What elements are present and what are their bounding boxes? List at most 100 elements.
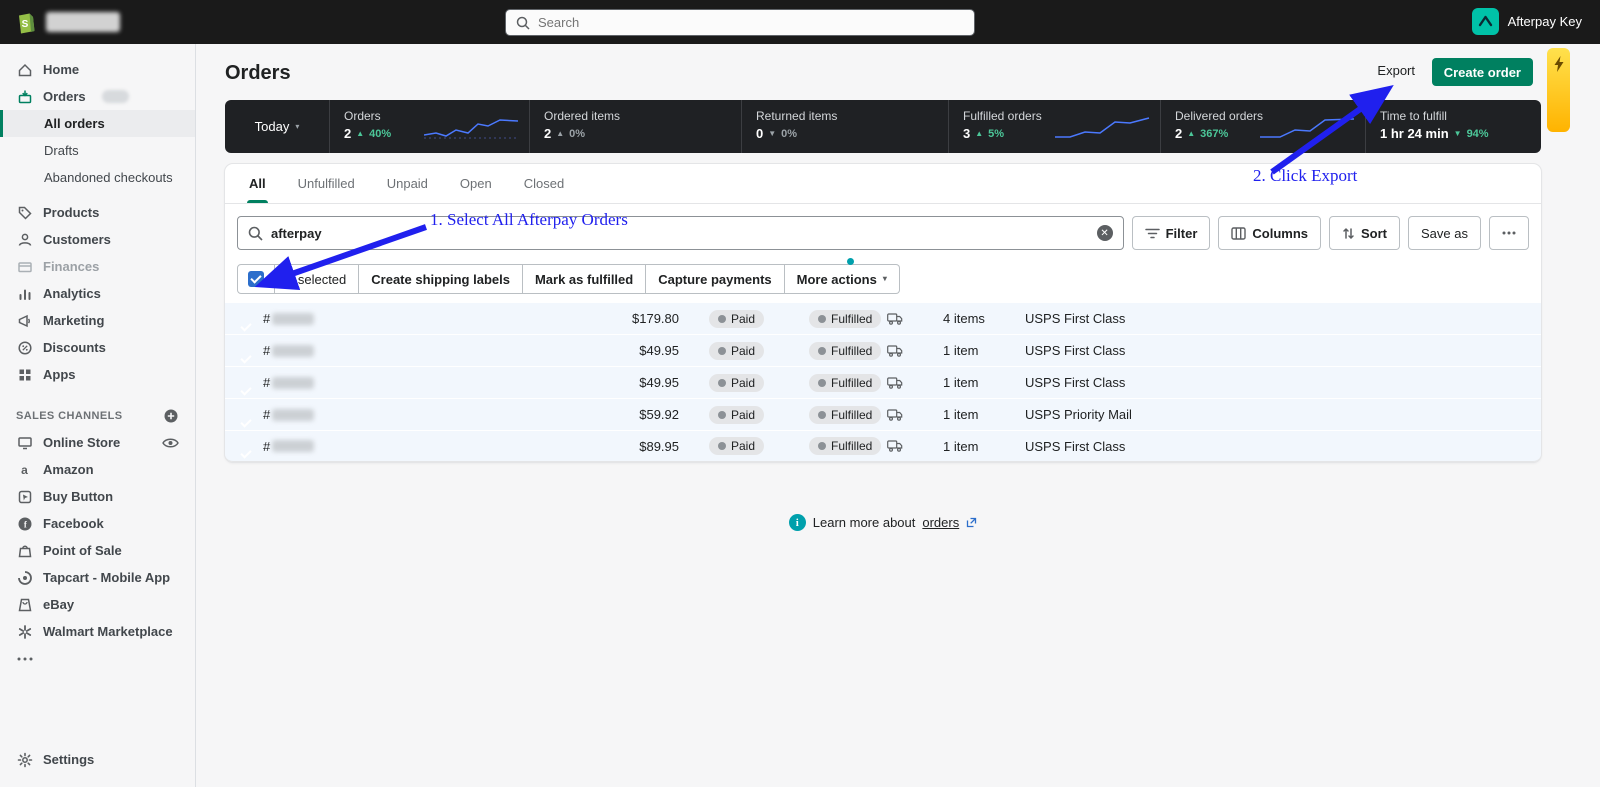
nav-label: Tapcart - Mobile App bbox=[43, 570, 170, 585]
sidebar-item-online-store[interactable]: Online Store bbox=[0, 429, 195, 456]
sidebar-nav: Home Orders All orders Drafts Abandoned … bbox=[0, 44, 196, 787]
sidebar-item-products[interactable]: Products bbox=[0, 199, 195, 226]
clear-search-icon[interactable]: ✕ bbox=[1097, 225, 1113, 241]
sidebar-item-amazon[interactable]: a Amazon bbox=[0, 456, 195, 483]
buy-button-icon bbox=[16, 488, 33, 505]
sidebar-item-drafts[interactable]: Drafts bbox=[0, 137, 195, 164]
items-count: 1 item bbox=[925, 343, 1015, 358]
payment-status-badge: Paid bbox=[709, 310, 764, 328]
sidebar-item-orders[interactable]: Orders bbox=[0, 83, 195, 110]
metric-delivered-orders[interactable]: Delivered orders 2 ▲ 367% bbox=[1161, 100, 1366, 153]
fulfillment-status-badge: Fulfilled bbox=[809, 406, 881, 424]
sidebar-item-apps[interactable]: Apps bbox=[0, 361, 195, 388]
orders-help-link[interactable]: orders bbox=[922, 515, 959, 530]
orders-search-box[interactable]: ✕ bbox=[237, 216, 1124, 250]
nav-label: Discounts bbox=[43, 340, 106, 355]
sidebar-item-walmart[interactable]: Walmart Marketplace bbox=[0, 618, 195, 645]
analytics-icon bbox=[16, 285, 33, 302]
sidebar-item-marketing[interactable]: Marketing bbox=[0, 307, 195, 334]
trend-down-icon: ▼ bbox=[768, 130, 776, 138]
filter-button[interactable]: Filter bbox=[1132, 216, 1211, 250]
shopify-logo-icon[interactable]: S bbox=[14, 9, 38, 35]
metric-fulfilled-orders[interactable]: Fulfilled orders 3 ▲ 5% bbox=[949, 100, 1161, 153]
store-name-blurred[interactable] bbox=[46, 12, 120, 32]
order-row[interactable]: # $49.95 Paid Fulfilled 1 item USPS Firs… bbox=[225, 334, 1541, 366]
shipping-truck-icon bbox=[887, 313, 903, 325]
search-icon bbox=[248, 226, 263, 241]
columns-button[interactable]: Columns bbox=[1218, 216, 1321, 250]
global-search-input[interactable] bbox=[538, 15, 964, 30]
shipping-method: USPS First Class bbox=[1015, 375, 1210, 390]
tab-open[interactable]: Open bbox=[444, 164, 508, 203]
nav-label: Online Store bbox=[43, 435, 120, 450]
add-sales-channel-icon[interactable] bbox=[163, 408, 179, 424]
tab-unfulfilled[interactable]: Unfulfilled bbox=[282, 164, 371, 203]
order-row[interactable]: # $89.95 Paid Fulfilled 1 item USPS Firs… bbox=[225, 430, 1541, 462]
shipping-truck-icon bbox=[887, 440, 903, 452]
point-of-sale-icon bbox=[16, 542, 33, 559]
more-actions-button[interactable]: More actions ▾ bbox=[785, 264, 900, 294]
trend-up-icon: ▲ bbox=[1187, 130, 1195, 138]
mark-as-fulfilled-button[interactable]: Mark as fulfilled bbox=[523, 264, 646, 294]
afterpay-key-icon[interactable] bbox=[1472, 8, 1499, 35]
walmart-icon bbox=[16, 623, 33, 640]
facebook-icon: f bbox=[16, 515, 33, 532]
sidebar-item-customers[interactable]: Customers bbox=[0, 226, 195, 253]
sidebar-item-abandoned-checkouts[interactable]: Abandoned checkouts bbox=[0, 164, 195, 191]
online-store-icon bbox=[16, 434, 33, 451]
shipping-method: USPS Priority Mail bbox=[1015, 407, 1210, 422]
nav-label: Products bbox=[43, 205, 99, 220]
shipping-method: USPS First Class bbox=[1015, 439, 1210, 454]
sidebar-item-discounts[interactable]: Discounts bbox=[0, 334, 195, 361]
shipping-method: USPS First Class bbox=[1015, 311, 1210, 326]
sidebar-more-channels[interactable] bbox=[0, 645, 195, 672]
orders-icon bbox=[16, 88, 33, 105]
trend-up-icon: ▲ bbox=[556, 130, 564, 138]
sidebar-item-point-of-sale[interactable]: Point of Sale bbox=[0, 537, 195, 564]
amazon-icon: a bbox=[16, 461, 33, 478]
payment-status-badge: Paid bbox=[709, 374, 764, 392]
shipping-truck-icon bbox=[887, 377, 903, 389]
extension-sidebar-tab[interactable] bbox=[1547, 48, 1570, 132]
metric-ordered-items[interactable]: Ordered items 2 ▲ 0% bbox=[530, 100, 742, 153]
metric-time-to-fulfill[interactable]: Time to fulfill 1 hr 24 min ▼ 94% bbox=[1366, 100, 1541, 153]
order-row[interactable]: # $49.95 Paid Fulfilled 1 item USPS Firs… bbox=[225, 366, 1541, 398]
order-row[interactable]: # $59.92 Paid Fulfilled 1 item USPS Prio… bbox=[225, 398, 1541, 430]
date-range-selector[interactable]: Today ▾ bbox=[225, 100, 330, 153]
sort-button[interactable]: Sort bbox=[1329, 216, 1400, 250]
capture-payments-button[interactable]: Capture payments bbox=[646, 264, 784, 294]
sidebar-item-buy-button[interactable]: Buy Button bbox=[0, 483, 195, 510]
customers-icon bbox=[16, 231, 33, 248]
sales-channels-header: SALES CHANNELS bbox=[0, 402, 195, 429]
save-as-button[interactable]: Save as bbox=[1408, 216, 1481, 250]
preview-store-eye-icon[interactable] bbox=[162, 437, 179, 449]
top-bar: S Afterpay Key bbox=[0, 0, 1600, 44]
orders-search-input[interactable] bbox=[271, 226, 1089, 241]
sidebar-item-analytics[interactable]: Analytics bbox=[0, 280, 195, 307]
select-all-checkbox-segment[interactable] bbox=[237, 264, 275, 294]
order-row[interactable]: # $179.80 Paid Fulfilled 4 items USPS Fi… bbox=[225, 302, 1541, 334]
sidebar-item-tapcart[interactable]: Tapcart - Mobile App bbox=[0, 564, 195, 591]
create-shipping-labels-button[interactable]: Create shipping labels bbox=[359, 264, 523, 294]
tab-closed[interactable]: Closed bbox=[508, 164, 580, 203]
lightning-bolt-icon bbox=[1554, 56, 1564, 72]
sidebar-item-all-orders[interactable]: All orders bbox=[0, 110, 195, 137]
sidebar-item-ebay[interactable]: eBay bbox=[0, 591, 195, 618]
sidebar-item-home[interactable]: Home bbox=[0, 56, 195, 83]
metric-returned-items[interactable]: Returned items 0 ▼ 0% bbox=[742, 100, 949, 153]
more-options-button[interactable] bbox=[1489, 216, 1529, 250]
sidebar-item-settings[interactable]: Settings bbox=[0, 746, 195, 773]
nav-label: Drafts bbox=[44, 143, 79, 158]
trend-up-icon: ▲ bbox=[356, 130, 364, 138]
order-total: $179.80 bbox=[605, 311, 679, 326]
nav-label: Walmart Marketplace bbox=[43, 624, 173, 639]
sidebar-item-finances[interactable]: Finances bbox=[0, 253, 195, 280]
create-order-button[interactable]: Create order bbox=[1432, 58, 1533, 86]
export-button[interactable]: Export bbox=[1377, 63, 1415, 78]
tab-all[interactable]: All bbox=[233, 164, 282, 203]
select-all-checkbox[interactable] bbox=[248, 271, 264, 287]
sidebar-item-facebook[interactable]: f Facebook bbox=[0, 510, 195, 537]
global-search[interactable] bbox=[505, 9, 975, 36]
metric-orders[interactable]: Orders 2 ▲ 40% bbox=[330, 100, 530, 153]
tab-unpaid[interactable]: Unpaid bbox=[371, 164, 444, 203]
